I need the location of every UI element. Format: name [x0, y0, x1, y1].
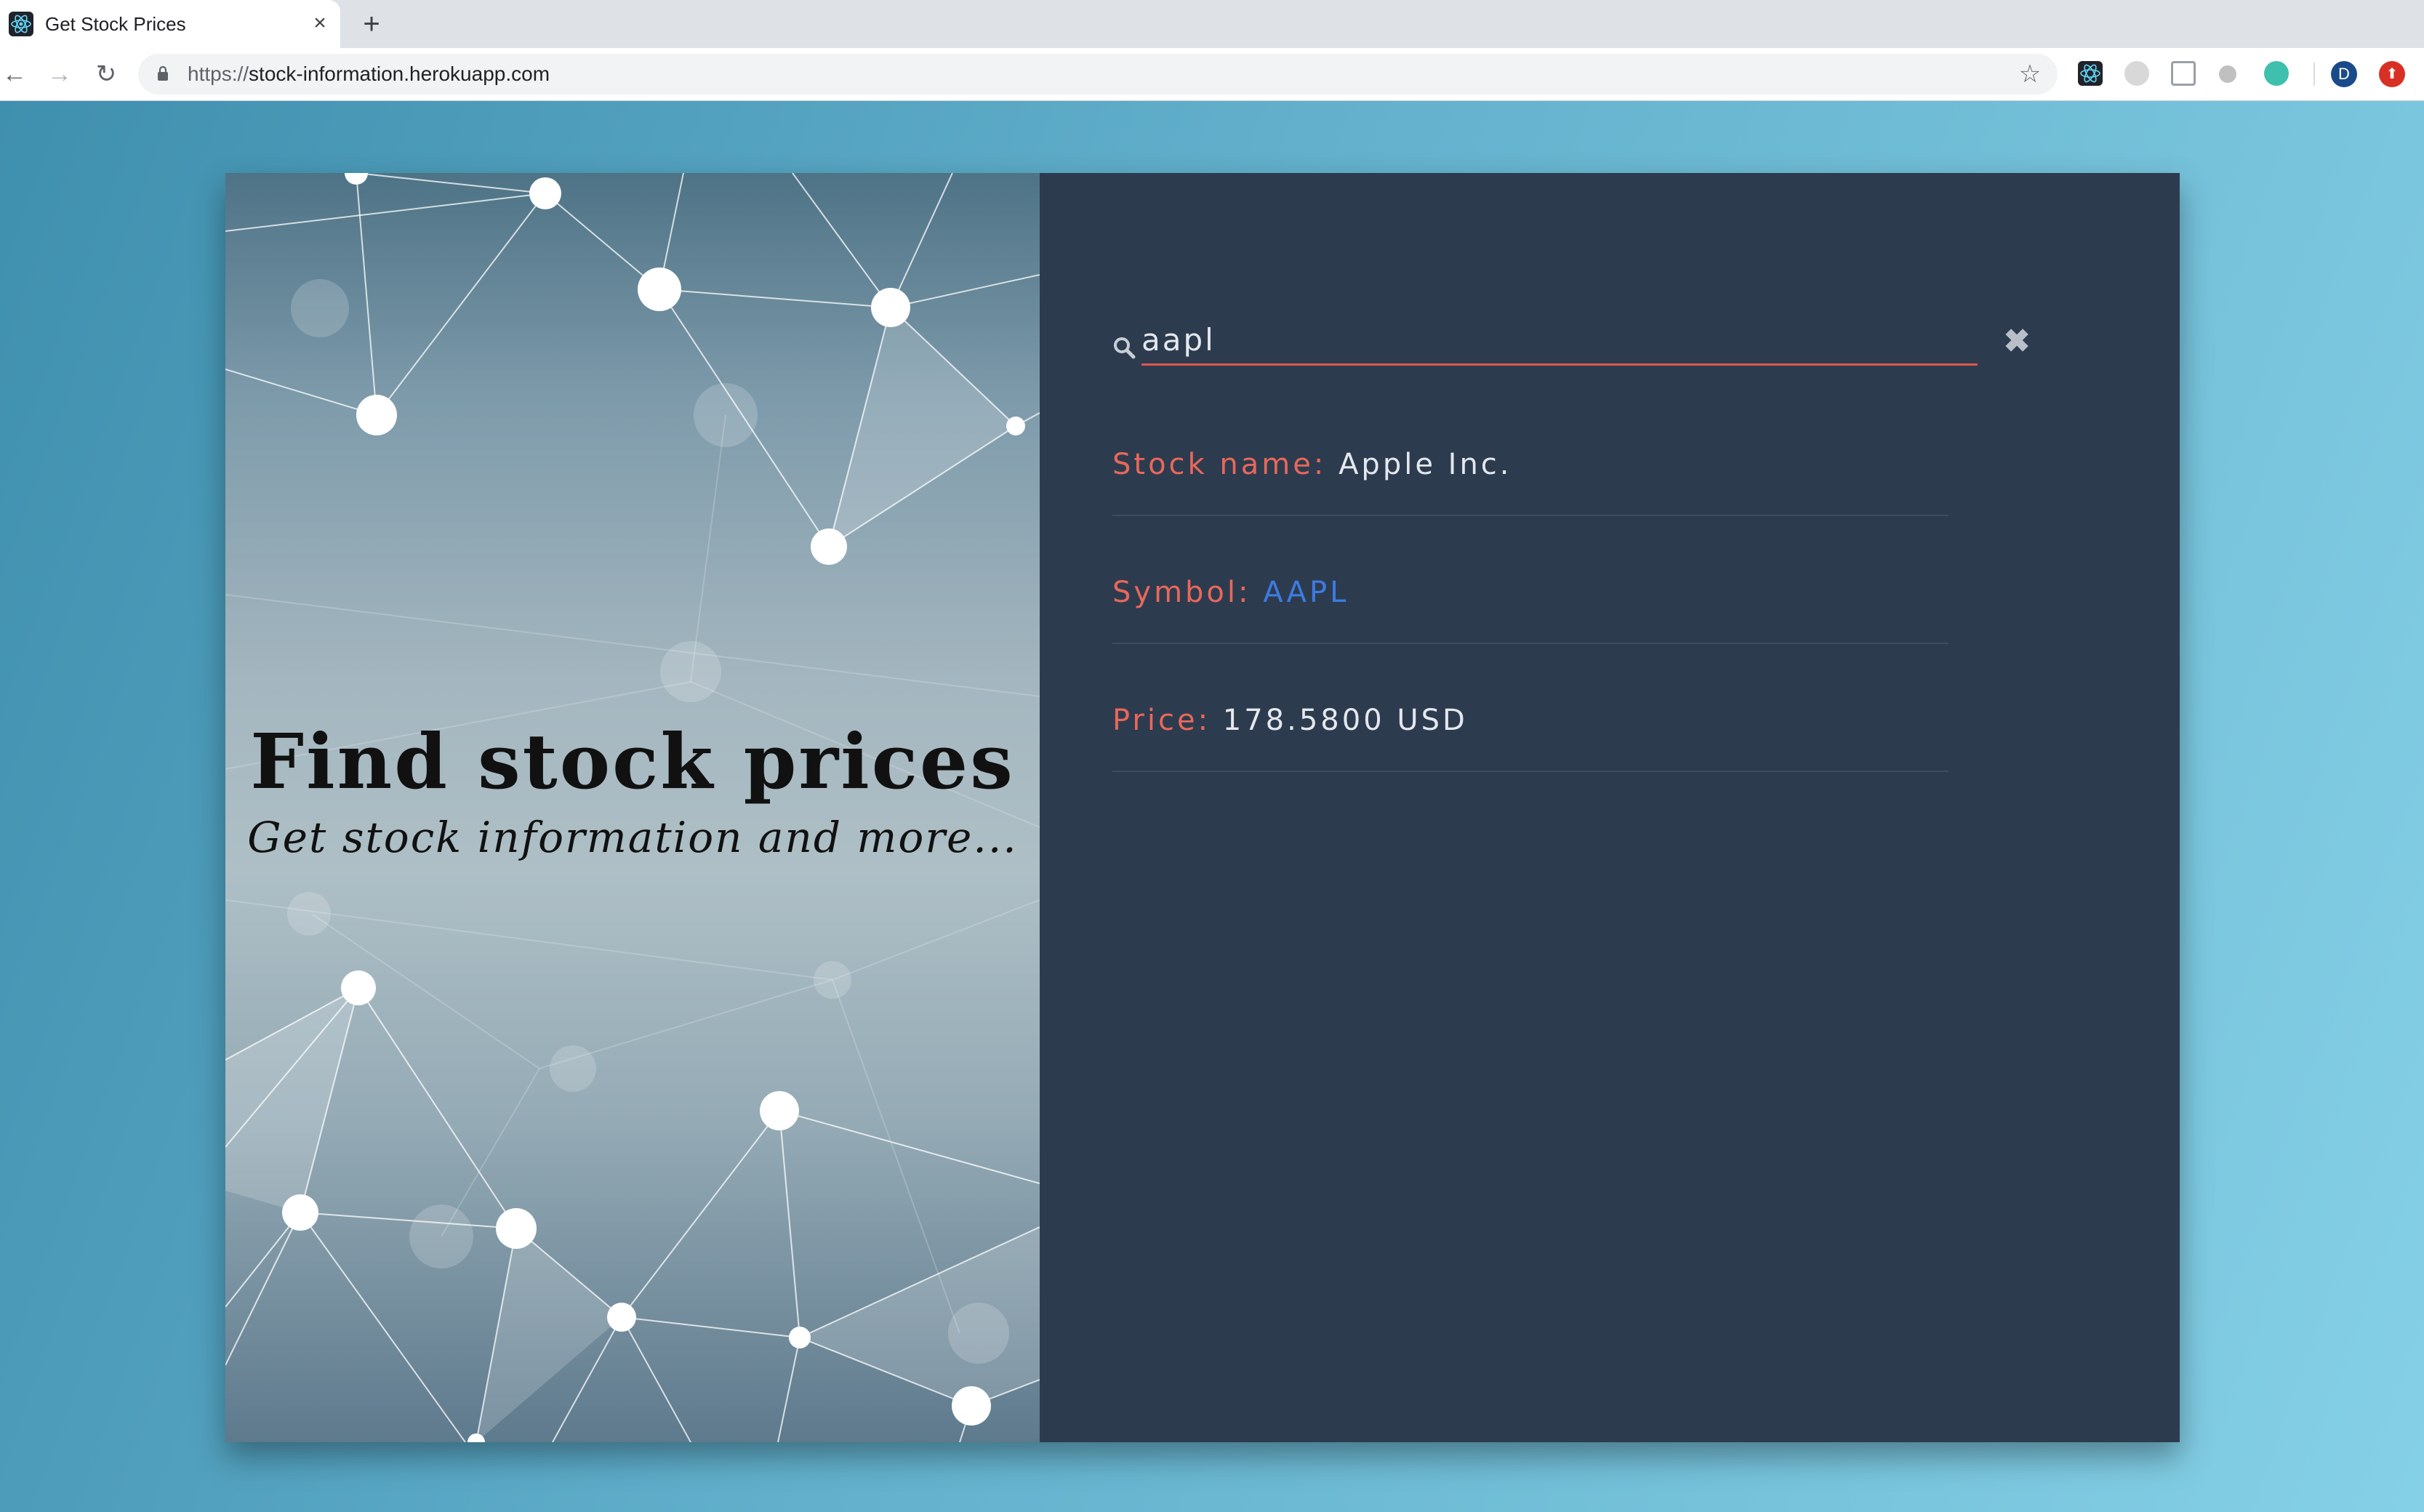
symbol-link[interactable]: AAPL	[1263, 576, 1349, 609]
toolbar-divider	[2313, 63, 2315, 86]
price-row: Price: 178.5800 USD	[1112, 699, 1949, 772]
react-devtools-extension-icon[interactable]	[2078, 61, 2103, 86]
search-panel: ✖ Stock name: Apple Inc. Symbol: AAPL Pr…	[1040, 173, 2180, 1442]
browser-toolbar: ← → ↻ https://stock-information.herokuap…	[0, 48, 2424, 101]
hero-text: Find stock prices Get stock information …	[225, 718, 1040, 866]
browser-tabstrip: Get Stock Prices × +	[0, 0, 2424, 48]
search-row: ✖	[1112, 318, 2030, 366]
bookmark-star-icon[interactable]: ☆	[2015, 60, 2044, 89]
extension-icon[interactable]	[2124, 61, 2149, 86]
stock-name-value: Apple Inc.	[1339, 448, 1512, 481]
forward-arrow-icon[interactable]: →	[45, 60, 74, 89]
lock-icon	[158, 65, 168, 81]
profile-avatar[interactable]: D	[2331, 61, 2357, 87]
new-tab-button[interactable]: +	[355, 7, 388, 41]
close-icon[interactable]: ✖	[1999, 324, 2034, 359]
hero-title: Find stock prices	[250, 717, 1015, 806]
react-logo-icon	[9, 12, 33, 36]
extension-upload-icon[interactable]: ⬆	[2379, 61, 2405, 87]
address-bar[interactable]: https://stock-information.herokuapp.com …	[138, 54, 2058, 94]
hero-subtitle: Get stock information and more...	[247, 813, 1018, 862]
page-background: Find stock prices Get stock information …	[0, 101, 2424, 1512]
price-value: 178.5800 USD	[1222, 704, 1468, 737]
tab-close-icon[interactable]: ×	[305, 9, 334, 38]
back-arrow-icon[interactable]: ←	[0, 60, 29, 89]
search-icon	[1114, 337, 1136, 359]
tab-title: Get Stock Prices	[45, 13, 186, 35]
stock-search-input[interactable]	[1141, 318, 1978, 366]
url-scheme: https://	[188, 63, 249, 85]
url-host: stock-information.herokuapp.com	[249, 63, 550, 85]
extension-grid-icon[interactable]	[2171, 61, 2196, 86]
extension-bulb-icon[interactable]	[2219, 65, 2236, 83]
stock-name-label: Stock name:	[1112, 448, 1327, 481]
reload-icon[interactable]: ↻	[92, 60, 121, 89]
extension-circle-icon[interactable]	[2264, 61, 2289, 86]
app-card: Find stock prices Get stock information …	[225, 173, 2180, 1442]
stock-name-row: Stock name: Apple Inc.	[1112, 443, 1949, 516]
url-text[interactable]: https://stock-information.herokuapp.com	[188, 63, 550, 86]
symbol-row: Symbol: AAPL	[1112, 571, 1949, 644]
symbol-label: Symbol:	[1112, 576, 1251, 609]
price-label: Price:	[1112, 704, 1211, 737]
browser-tab[interactable]: Get Stock Prices ×	[0, 0, 340, 48]
hero-panel: Find stock prices Get stock information …	[225, 173, 1040, 1442]
